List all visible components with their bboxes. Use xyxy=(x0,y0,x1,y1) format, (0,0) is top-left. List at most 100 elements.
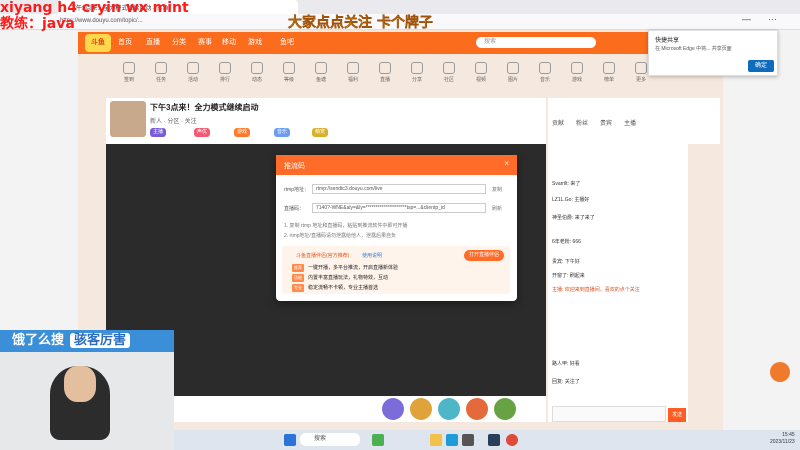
row-badge: 专业 xyxy=(292,284,304,292)
category-icon xyxy=(347,62,359,74)
nav-category[interactable]: 分类 xyxy=(172,37,186,47)
notice-link[interactable]: 使用说明 xyxy=(362,252,382,259)
gift-icon[interactable] xyxy=(382,398,404,420)
row-badge: 推荐 xyxy=(292,264,304,272)
floating-mascot-icon[interactable] xyxy=(770,362,790,382)
edge-icon[interactable] xyxy=(446,434,458,446)
category-icon xyxy=(123,62,135,74)
room-tag[interactable]: 声优 xyxy=(194,128,211,137)
more-icon[interactable]: ··· xyxy=(768,14,777,24)
row-badge: 功能 xyxy=(292,274,304,282)
gift-icon[interactable] xyxy=(410,398,432,420)
tab-fans[interactable]: 粉丝 xyxy=(576,118,588,127)
gift-icon[interactable] xyxy=(466,398,488,420)
nav-match[interactable]: 赛事 xyxy=(198,37,212,47)
category-item[interactable]: 图片 xyxy=(502,62,524,83)
overlay-banner: 大家点点关注 卡个牌子 xyxy=(288,15,433,31)
chat-message: 贵宾: 下午好 xyxy=(552,259,580,265)
category-icon xyxy=(443,62,455,74)
gift-icon[interactable] xyxy=(494,398,516,420)
category-label: 游戏 xyxy=(571,77,582,83)
category-label: 任务 xyxy=(155,77,166,83)
chrome-icon[interactable] xyxy=(506,434,518,446)
nav-game[interactable]: 游戏 xyxy=(248,37,262,47)
clock-time: 15:45 xyxy=(782,432,795,438)
category-item[interactable]: 音乐 xyxy=(534,62,556,83)
category-icon xyxy=(571,62,583,74)
nav-mobile[interactable]: 移动 xyxy=(222,37,236,47)
refresh-button[interactable]: 刷新 xyxy=(492,205,502,212)
room-tag[interactable]: 音乐 xyxy=(274,128,291,137)
avatar[interactable] xyxy=(110,101,146,137)
category-item[interactable]: 分享 xyxy=(406,62,428,83)
file-explorer-icon[interactable] xyxy=(430,434,442,446)
tab-contribution[interactable]: 贡献 xyxy=(552,118,564,127)
notice-title: 斗鱼直播伴侣(官方推荐) xyxy=(296,253,350,259)
room-meta: 新人 · 分区 · 关注 xyxy=(150,119,197,125)
category-item[interactable]: 排行 xyxy=(214,62,236,83)
tab-vip[interactable]: 贵宾 xyxy=(600,118,612,127)
category-item[interactable]: 任务 xyxy=(150,62,172,83)
category-label: 签到 xyxy=(123,77,134,83)
category-icon xyxy=(155,62,167,74)
promo-banner: 饿了么搜 骇客厉害 xyxy=(0,330,174,352)
room-tag[interactable]: 主播 xyxy=(150,128,167,137)
site-logo[interactable]: 斗鱼 xyxy=(85,34,111,52)
windows-start-icon[interactable] xyxy=(284,434,296,446)
nav-home[interactable]: 首页 xyxy=(118,37,132,47)
overlay-line: 教练：java xyxy=(0,16,75,32)
category-item[interactable]: 视频 xyxy=(470,62,492,83)
modal-note: 1. 复制 rtmp 地址和直播码，粘贴到推流软件中即可开播 xyxy=(284,223,408,229)
category-item[interactable]: 动态 xyxy=(246,62,268,83)
category-item[interactable]: 活动 xyxy=(182,62,204,83)
close-icon[interactable]: × xyxy=(504,159,509,168)
chat-message: 路人甲: 好看 xyxy=(552,361,580,367)
room-tag[interactable]: 游戏 xyxy=(234,128,251,137)
taskbar xyxy=(174,430,800,450)
edge-popup-text: 在 Microsoft Edge 中将... 共享页面 xyxy=(655,46,732,52)
category-item[interactable]: 鱼塘 xyxy=(310,62,332,83)
notice-row: 稳定流畅不卡顿，专业主播首选 xyxy=(308,285,379,291)
steam-icon[interactable] xyxy=(488,434,500,446)
chat-tabs: 贡献 粉丝 贵宾 主播 xyxy=(552,118,636,127)
chat-message: 6年老粉: 666 xyxy=(552,239,581,245)
taskbar-search-label: 搜索 xyxy=(314,436,327,442)
category-item[interactable]: 福利 xyxy=(342,62,364,83)
category-icon xyxy=(475,62,487,74)
taskbar-search[interactable]: 搜索 xyxy=(300,433,360,446)
system-clock[interactable]: 15:45 2023/11/23 xyxy=(770,432,795,446)
gift-icon[interactable] xyxy=(438,398,460,420)
nav-yuba[interactable]: 鱼吧 xyxy=(280,37,294,47)
category-label: 榜单 xyxy=(603,77,614,83)
category-item[interactable]: 签到 xyxy=(118,62,140,83)
nav-live[interactable]: 直播 xyxy=(146,37,160,47)
category-icon xyxy=(219,62,231,74)
minimize-icon[interactable]: — xyxy=(742,14,751,24)
copy-button[interactable]: 复制 xyxy=(492,186,502,193)
category-icon xyxy=(507,62,519,74)
category-item[interactable]: 直播 xyxy=(374,62,396,83)
edge-popup-button[interactable]: 确定 xyxy=(748,60,774,72)
app-icon[interactable] xyxy=(372,434,384,446)
promo-left: 饿了么搜 xyxy=(12,333,65,348)
open-companion-button[interactable]: 打开直播伴侣 xyxy=(464,250,504,261)
clock-date: 2023/11/23 xyxy=(770,439,795,445)
promo-right: 骇客厉害 xyxy=(70,333,131,348)
category-item[interactable]: 等级 xyxy=(278,62,300,83)
rtmp-address-field[interactable]: rtmp://sendtc3.douyu.com/live xyxy=(312,184,486,194)
category-item[interactable]: 游戏 xyxy=(566,62,588,83)
category-label: 福利 xyxy=(347,77,358,83)
category-label: 活动 xyxy=(187,77,198,83)
send-button[interactable]: 发送 xyxy=(668,408,686,422)
search-input[interactable]: 搜索 xyxy=(476,37,596,48)
stream-code-field[interactable]: 7140?-WNE&aly=&ly=*********************t… xyxy=(312,203,486,213)
modal-note: 2. rtmp地址/直播码请勿泄露给他人，泄露后果自负 xyxy=(284,233,396,239)
category-icon xyxy=(539,62,551,74)
tab-anchor[interactable]: 主播 xyxy=(624,118,636,127)
chat-input[interactable] xyxy=(552,406,666,422)
app-icon[interactable] xyxy=(462,434,474,446)
category-item[interactable]: 榜单 xyxy=(598,62,620,83)
room-tag[interactable]: 萌宠 xyxy=(312,128,329,137)
category-item[interactable]: 社区 xyxy=(438,62,460,83)
category-label: 图片 xyxy=(507,77,518,83)
